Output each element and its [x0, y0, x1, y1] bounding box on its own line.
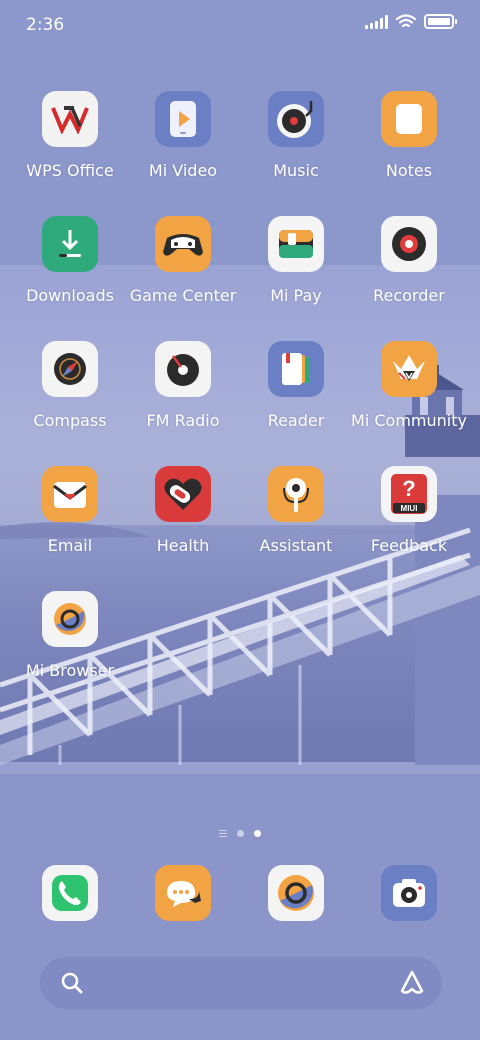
wps-office-icon [42, 91, 98, 147]
email-icon [42, 466, 98, 522]
app-wps-office[interactable]: WPS Office [14, 91, 126, 201]
app-email[interactable]: Email [14, 466, 126, 576]
recorder-icon [381, 216, 437, 272]
app-reader[interactable]: Reader [240, 341, 352, 451]
app-label: Mi Browser [25, 661, 115, 680]
feedback-badge-text: MIUI [401, 504, 418, 513]
music-icon [268, 91, 324, 147]
notes-icon [381, 91, 437, 147]
assistant-icon [268, 466, 324, 522]
app-downloads[interactable]: Downloads [14, 216, 126, 326]
page-indicator-menu-icon [219, 830, 227, 837]
status-time: 2:36 [26, 15, 65, 35]
app-mi-pay[interactable]: Mi Pay [240, 216, 352, 326]
camera-icon [393, 879, 425, 907]
dock-messages[interactable] [155, 865, 211, 921]
downloads-icon [42, 216, 98, 272]
health-icon [155, 466, 211, 522]
app-fm-radio[interactable]: FM Radio [127, 341, 239, 451]
app-recorder[interactable]: Recorder [353, 216, 465, 326]
reader-icon [268, 341, 324, 397]
game-center-icon [155, 216, 211, 272]
app-label: Notes [385, 161, 433, 180]
dock-browser[interactable] [268, 865, 324, 921]
app-notes[interactable]: Notes [353, 91, 465, 201]
page-dot [237, 830, 244, 837]
app-assistant[interactable]: Assistant [240, 466, 352, 576]
mi-video-icon [155, 91, 211, 147]
app-music[interactable]: Music [240, 91, 352, 201]
app-game-center[interactable]: Game Center [127, 216, 239, 326]
status-icons [365, 14, 457, 29]
app-mi-community[interactable]: Mi Community [351, 341, 467, 451]
app-vault-icon[interactable] [398, 969, 426, 997]
messages-icon [167, 881, 201, 907]
wifi-icon [396, 14, 416, 28]
app-health[interactable]: Health [127, 466, 239, 576]
app-mi-video[interactable]: Mi Video [127, 91, 239, 201]
battery-icon [424, 14, 457, 29]
browser-icon [278, 875, 314, 911]
page-dot-active [254, 830, 261, 837]
app-label: Mi Community [351, 411, 467, 430]
phone-icon [52, 875, 88, 911]
search-bar[interactable] [40, 957, 442, 1009]
app-compass[interactable]: Compass [14, 341, 126, 451]
search-icon [61, 972, 83, 994]
status-bar: 2:36 [0, 0, 480, 50]
feedback-icon: ? MIUI [381, 466, 437, 522]
dock-camera[interactable] [381, 865, 437, 921]
app-feedback[interactable]: ? MIUI Feedback [353, 466, 465, 576]
svg-text:?: ? [402, 476, 415, 501]
compass-icon [42, 341, 98, 397]
page-indicator [0, 830, 480, 837]
mi-browser-icon [42, 591, 98, 647]
app-label: Feedback [370, 536, 448, 555]
dock-phone[interactable] [42, 865, 98, 921]
fm-radio-icon [155, 341, 211, 397]
mi-community-icon [381, 341, 437, 397]
app-label: Recorder [373, 286, 445, 305]
signal-icon [365, 14, 388, 29]
mi-pay-icon [268, 216, 324, 272]
app-mi-browser[interactable]: Mi Browser [14, 591, 126, 701]
